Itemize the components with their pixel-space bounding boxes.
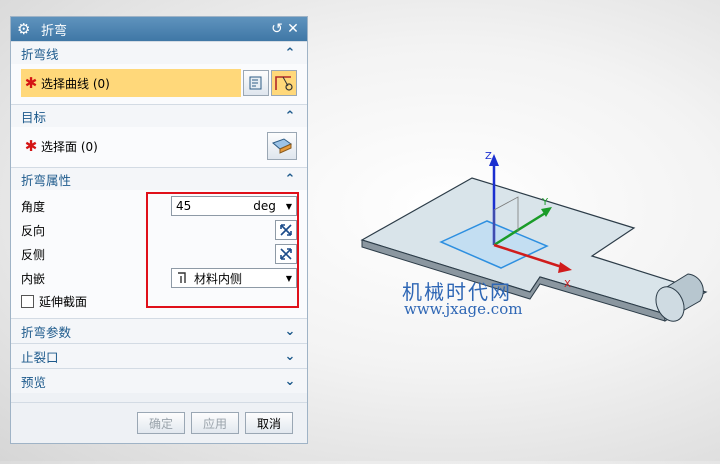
curve-select-button[interactable] bbox=[271, 70, 297, 96]
section-title: 折弯参数 bbox=[21, 324, 72, 340]
section-title: 预览 bbox=[21, 374, 47, 390]
angle-input[interactable]: 45 deg ▼ bbox=[171, 196, 297, 216]
close-icon[interactable]: ✕ bbox=[285, 21, 301, 37]
section-bend-line-body: ✱ 选择曲线 (0) bbox=[11, 64, 307, 104]
inset-material-icon bbox=[178, 272, 186, 283]
x-axis-label: X bbox=[564, 279, 571, 290]
inset-label: 内嵌 bbox=[21, 271, 46, 286]
select-face-field[interactable]: ✱ 选择面 (0) bbox=[21, 132, 265, 160]
select-curve-row[interactable]: ✱ 选择曲线 (0) bbox=[21, 68, 297, 98]
chevron-down-icon[interactable]: ⌄ bbox=[283, 349, 297, 364]
select-face-label: 选择面 (0) bbox=[41, 139, 98, 154]
chevron-down-icon[interactable]: ⌄ bbox=[283, 324, 297, 339]
chevron-up-icon[interactable]: ⌃ bbox=[283, 46, 297, 61]
chevron-up-icon[interactable]: ⌃ bbox=[283, 109, 297, 124]
angle-unit: deg bbox=[253, 199, 276, 213]
section-target-header[interactable]: 目标 ⌃ bbox=[11, 104, 307, 127]
angle-row: 角度 45 deg ▼ bbox=[21, 194, 297, 218]
section-title: 止裂口 bbox=[21, 349, 59, 365]
section-bend-params-header[interactable]: 折弯参数 ⌄ bbox=[11, 318, 307, 343]
bend-dialog: ⚙ 折弯 ↺ ✕ 折弯线 ⌃ ✱ 选择曲线 (0) 目标 ⌃ ✱ 选择面 (0)… bbox=[10, 16, 308, 444]
angle-label: 角度 bbox=[21, 199, 46, 214]
extend-section-checkbox[interactable] bbox=[21, 294, 34, 308]
flip-direction-icon bbox=[280, 224, 292, 236]
graphics-viewport[interactable]: Z Y X bbox=[318, 0, 720, 461]
section-bend-props-header[interactable]: 折弯属性 ⌃ bbox=[11, 167, 307, 190]
reverse-side-button[interactable] bbox=[275, 244, 297, 264]
section-target-body: ✱ 选择面 (0) bbox=[11, 127, 307, 167]
reset-icon[interactable]: ↺ bbox=[269, 21, 285, 37]
extend-section-row[interactable]: 延伸截面 bbox=[21, 290, 297, 312]
y-axis-label: Y bbox=[541, 197, 549, 208]
reverse-side-label: 反侧 bbox=[21, 247, 46, 262]
sheet-metal-model: Z Y X bbox=[360, 151, 708, 322]
select-curve-field[interactable]: ✱ 选择曲线 (0) bbox=[21, 69, 241, 97]
section-bend-props-body: 角度 45 deg ▼ 反向 反侧 内嵌 材料内侧 ▼ 延伸截面 bbox=[11, 190, 307, 318]
inset-value: 材料内侧 bbox=[194, 271, 243, 286]
inset-select[interactable]: 材料内侧 ▼ bbox=[171, 268, 297, 288]
section-preview-header[interactable]: 预览 ⌄ bbox=[11, 368, 307, 393]
reverse-side-row: 反侧 bbox=[21, 242, 297, 266]
reverse-row: 反向 bbox=[21, 218, 297, 242]
gear-icon[interactable]: ⚙ bbox=[17, 20, 35, 38]
section-title: 目标 bbox=[21, 109, 47, 125]
section-relief-header[interactable]: 止裂口 ⌄ bbox=[11, 343, 307, 368]
select-face-row[interactable]: ✱ 选择面 (0) bbox=[21, 131, 297, 161]
dropdown-arrow-icon[interactable]: ▼ bbox=[286, 202, 292, 211]
dropdown-arrow-icon[interactable]: ▼ bbox=[286, 274, 292, 283]
required-asterisk-icon: ✱ bbox=[24, 137, 38, 155]
face-icon bbox=[272, 138, 292, 154]
watermark-url: www.jxage.com bbox=[404, 300, 523, 318]
inset-row: 内嵌 材料内侧 ▼ bbox=[21, 266, 297, 290]
sketch-section-button[interactable] bbox=[243, 70, 269, 96]
apply-button[interactable]: 应用 bbox=[191, 412, 239, 434]
cancel-button[interactable]: 取消 bbox=[245, 412, 293, 434]
select-curve-label: 选择曲线 (0) bbox=[41, 76, 110, 91]
required-asterisk-icon: ✱ bbox=[24, 74, 38, 92]
z-axis-label: Z bbox=[485, 151, 492, 162]
flip-side-icon bbox=[280, 248, 292, 260]
dialog-title: 折弯 bbox=[41, 23, 68, 39]
extend-section-label: 延伸截面 bbox=[39, 294, 88, 309]
reverse-direction-button[interactable] bbox=[275, 220, 297, 240]
section-bend-line-header[interactable]: 折弯线 ⌃ bbox=[11, 41, 307, 64]
section-title: 折弯线 bbox=[21, 46, 59, 62]
reverse-label: 反向 bbox=[21, 223, 46, 238]
dialog-footer: 确定 应用 取消 bbox=[11, 402, 307, 443]
dialog-titlebar: ⚙ 折弯 ↺ ✕ bbox=[11, 17, 307, 41]
section-title: 折弯属性 bbox=[21, 172, 72, 188]
curve-icon bbox=[275, 76, 293, 91]
angle-value[interactable]: 45 bbox=[176, 199, 253, 213]
ok-button[interactable]: 确定 bbox=[137, 412, 185, 434]
chevron-down-icon[interactable]: ⌄ bbox=[283, 374, 297, 389]
chevron-up-icon[interactable]: ⌃ bbox=[283, 172, 297, 187]
face-select-button[interactable] bbox=[267, 132, 297, 160]
sketch-icon bbox=[249, 76, 262, 90]
